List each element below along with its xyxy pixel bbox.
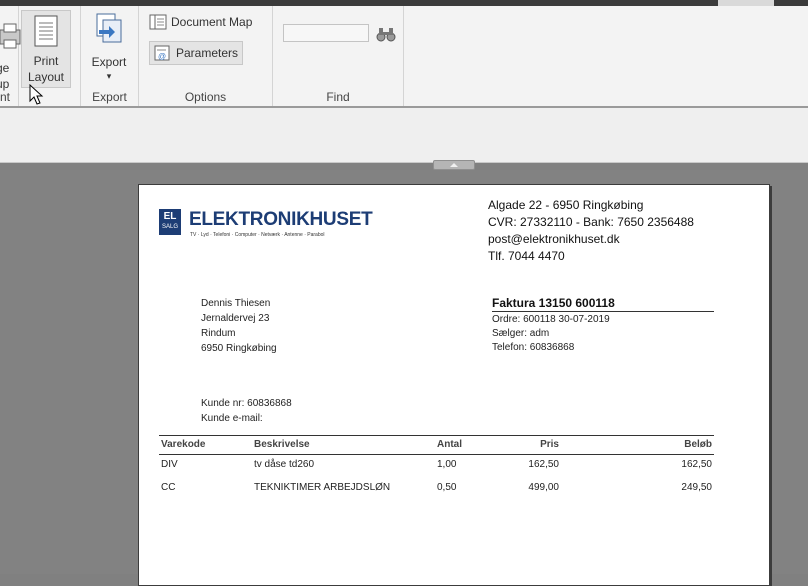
- telefon-line: Telefon: 60836868: [492, 342, 575, 353]
- find-input[interactable]: [283, 24, 369, 42]
- export-button[interactable]: Export ▾: [85, 10, 133, 86]
- company-address: Algade 22 - 6950 Ringkøbing: [488, 198, 644, 212]
- company-contact: Algade 22 - 6950 Ringkøbing CVR: 2733211…: [488, 197, 694, 265]
- parameters-icon: @: [154, 45, 170, 61]
- customer-city: Rindum: [201, 328, 236, 339]
- parameters-button[interactable]: @ Parameters: [149, 41, 244, 65]
- print-layout-button[interactable]: Print Layout: [21, 10, 71, 88]
- row-code: CC: [161, 482, 176, 493]
- row-amount: 162,50: [681, 459, 712, 470]
- ribbon: ge up nt Print Layout: [0, 6, 808, 108]
- company-phone: Tlf. 7044 4470: [488, 249, 565, 263]
- company-cvr: CVR: 27332110 - Bank: 7650 2356488: [488, 215, 694, 229]
- collapse-splitter-handle[interactable]: [433, 160, 475, 170]
- page-setup-label-1: ge: [0, 61, 10, 75]
- group-label-options: Options: [184, 90, 227, 104]
- col-pris: Pris: [540, 439, 559, 450]
- group-label-page-setup: nt: [0, 90, 11, 104]
- customer-address: Dennis Thiesen Jernaldervej 23 Rindum 69…: [201, 296, 277, 356]
- mouse-cursor-icon: [29, 84, 44, 105]
- row-qty: 1,00: [437, 459, 457, 470]
- toolbar-area: [0, 108, 808, 163]
- customer-street: Jernaldervej 23: [201, 313, 270, 324]
- row-desc: tv dåse td260: [254, 459, 315, 470]
- company-email: post@elektronikhuset.dk: [488, 232, 620, 246]
- row-price: 162,50: [528, 459, 559, 470]
- export-icon: [96, 13, 122, 43]
- col-beskrivelse: Beskrivelse: [254, 439, 310, 450]
- col-antal: Antal: [437, 439, 462, 450]
- company-name: ELEKTRONIKHUSET: [189, 209, 373, 230]
- customer-name: Dennis Thiesen: [201, 298, 271, 309]
- print-layout-label-1: Print: [33, 54, 59, 68]
- group-label-find: Find: [326, 90, 350, 104]
- row-desc: TEKNIKTIMER ARBEJDSLØN: [254, 482, 391, 493]
- row-amount: 249,50: [681, 482, 712, 493]
- lines-table-header-rule: [159, 454, 714, 455]
- logo-badge-text: EL: [163, 211, 177, 222]
- document-map-button[interactable]: Document Map: [149, 12, 252, 32]
- export-dropdown-arrow[interactable]: ▾: [85, 68, 133, 84]
- col-varekode: Varekode: [161, 439, 206, 450]
- company-logo: EL SALG ELEKTRONIKHUSET TV · Lyd · Telef…: [159, 209, 373, 241]
- svg-text:@: @: [158, 52, 166, 61]
- report-page: EL SALG ELEKTRONIKHUSET TV · Lyd · Telef…: [138, 184, 770, 586]
- row-code: DIV: [161, 459, 178, 470]
- row-qty: 0,50: [437, 482, 457, 493]
- invoice-title: Faktura 13150 600118: [492, 296, 714, 312]
- lines-table-top-rule: [159, 435, 714, 436]
- customer-ref: Kunde nr: 60836868 Kunde e-mail:: [201, 396, 292, 426]
- logo-badge: EL SALG: [159, 209, 181, 235]
- group-options: Document Map @ Parameters Options: [139, 6, 273, 106]
- group-find: Find: [273, 6, 404, 106]
- customer-email: Kunde e-mail:: [201, 413, 263, 424]
- customer-number: Kunde nr: 60836868: [201, 398, 292, 409]
- row-price: 499,00: [528, 482, 559, 493]
- group-label-export: Export: [92, 90, 127, 104]
- order-line: Ordre: 600118 30-07-2019: [492, 314, 610, 325]
- document-map-icon: [149, 14, 167, 30]
- print-layout-icon: [34, 15, 58, 47]
- col-belob: Beløb: [684, 439, 712, 450]
- logo-badge-subtext: SALG: [161, 224, 178, 230]
- document-map-label: Document Map: [171, 15, 253, 29]
- customer-postal: 6950 Ringkøbing: [201, 343, 277, 354]
- print-layout-label-2: Layout: [27, 70, 65, 84]
- company-tagline: TV · Lyd · Telefoni · Computer · Netværk…: [190, 232, 325, 238]
- group-export: Export ▾ Export: [81, 6, 139, 106]
- invoice-info: Faktura 13150 600118 Ordre: 600118 30-07…: [492, 296, 714, 355]
- seller-line: Sælger: adm: [492, 328, 550, 339]
- page-setup-button[interactable]: ge up: [0, 16, 21, 91]
- parameters-label: Parameters: [176, 46, 239, 60]
- group-page-setup: ge up nt: [0, 6, 21, 106]
- binoculars-icon[interactable]: [376, 26, 396, 42]
